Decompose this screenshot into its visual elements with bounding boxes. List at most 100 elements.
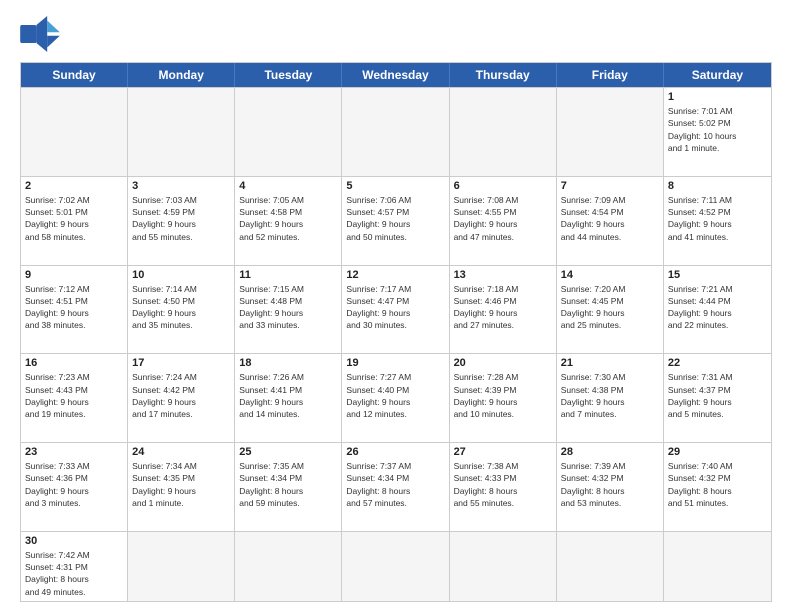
day-info: Sunrise: 7:37 AM Sunset: 4:34 PM Dayligh… xyxy=(346,460,444,509)
day-number: 6 xyxy=(454,180,552,192)
cal-cell-25: 25 Sunrise: 7:35 AM Sunset: 4:34 PM Dayli… xyxy=(235,443,342,531)
day-info: Sunrise: 7:42 AM Sunset: 4:31 PM Dayligh… xyxy=(25,549,123,598)
page: SundayMondayTuesdayWednesdayThursdayFrid… xyxy=(0,0,792,612)
cal-cell-15: 15 Sunrise: 7:21 AM Sunset: 4:44 PM Dayli… xyxy=(664,266,771,354)
header-day-thursday: Thursday xyxy=(450,63,557,87)
cal-cell-empty-5-5 xyxy=(557,532,664,601)
cal-cell-empty-5-4 xyxy=(450,532,557,601)
day-number: 18 xyxy=(239,357,337,369)
week-row-3: 16Sunrise: 7:23 AM Sunset: 4:43 PM Dayli… xyxy=(21,353,771,442)
logo xyxy=(20,16,66,52)
header-day-monday: Monday xyxy=(128,63,235,87)
cal-cell-21: 21 Sunrise: 7:30 AM Sunset: 4:38 PM Dayli… xyxy=(557,354,664,442)
day-number: 7 xyxy=(561,180,659,192)
cal-cell-26: 26 Sunrise: 7:37 AM Sunset: 4:34 PM Dayli… xyxy=(342,443,449,531)
cal-cell-empty-0-5 xyxy=(557,88,664,176)
header-day-friday: Friday xyxy=(557,63,664,87)
day-number: 20 xyxy=(454,357,552,369)
day-number: 4 xyxy=(239,180,337,192)
day-info: Sunrise: 7:02 AM Sunset: 5:01 PM Dayligh… xyxy=(25,194,123,243)
day-number: 24 xyxy=(132,446,230,458)
day-info: Sunrise: 7:17 AM Sunset: 4:47 PM Dayligh… xyxy=(346,283,444,332)
logo-icon xyxy=(20,16,60,52)
cal-cell-14: 14 Sunrise: 7:20 AM Sunset: 4:45 PM Dayli… xyxy=(557,266,664,354)
cal-cell-22: 22 Sunrise: 7:31 AM Sunset: 4:37 PM Dayli… xyxy=(664,354,771,442)
header-day-sunday: Sunday xyxy=(21,63,128,87)
day-info: Sunrise: 7:06 AM Sunset: 4:57 PM Dayligh… xyxy=(346,194,444,243)
cal-cell-7: 7 Sunrise: 7:09 AM Sunset: 4:54 PM Daylig… xyxy=(557,177,664,265)
day-info: Sunrise: 7:34 AM Sunset: 4:35 PM Dayligh… xyxy=(132,460,230,509)
day-number: 10 xyxy=(132,269,230,281)
cal-cell-9: 9 Sunrise: 7:12 AM Sunset: 4:51 PM Daylig… xyxy=(21,266,128,354)
day-info: Sunrise: 7:27 AM Sunset: 4:40 PM Dayligh… xyxy=(346,371,444,420)
cal-cell-empty-0-1 xyxy=(128,88,235,176)
cal-cell-6: 6Sunrise: 7:08 AM Sunset: 4:55 PM Daylig… xyxy=(450,177,557,265)
cal-cell-19: 19Sunrise: 7:27 AM Sunset: 4:40 PM Dayli… xyxy=(342,354,449,442)
cal-cell-empty-5-6 xyxy=(664,532,771,601)
day-number: 17 xyxy=(132,357,230,369)
cal-cell-29: 29Sunrise: 7:40 AM Sunset: 4:32 PM Dayli… xyxy=(664,443,771,531)
day-info: Sunrise: 7:09 AM Sunset: 4:54 PM Dayligh… xyxy=(561,194,659,243)
day-number: 27 xyxy=(454,446,552,458)
week-row-1: 2 Sunrise: 7:02 AM Sunset: 5:01 PM Daylig… xyxy=(21,176,771,265)
cal-cell-27: 27 Sunrise: 7:38 AM Sunset: 4:33 PM Dayli… xyxy=(450,443,557,531)
day-info: Sunrise: 7:20 AM Sunset: 4:45 PM Dayligh… xyxy=(561,283,659,332)
day-info: Sunrise: 7:31 AM Sunset: 4:37 PM Dayligh… xyxy=(668,371,767,420)
day-info: Sunrise: 7:38 AM Sunset: 4:33 PM Dayligh… xyxy=(454,460,552,509)
day-number: 25 xyxy=(239,446,337,458)
cal-cell-23: 23Sunrise: 7:33 AM Sunset: 4:36 PM Dayli… xyxy=(21,443,128,531)
header-day-saturday: Saturday xyxy=(664,63,771,87)
day-info: Sunrise: 7:21 AM Sunset: 4:44 PM Dayligh… xyxy=(668,283,767,332)
day-info: Sunrise: 7:28 AM Sunset: 4:39 PM Dayligh… xyxy=(454,371,552,420)
day-info: Sunrise: 7:24 AM Sunset: 4:42 PM Dayligh… xyxy=(132,371,230,420)
day-info: Sunrise: 7:05 AM Sunset: 4:58 PM Dayligh… xyxy=(239,194,337,243)
header-day-tuesday: Tuesday xyxy=(235,63,342,87)
cal-cell-10: 10 Sunrise: 7:14 AM Sunset: 4:50 PM Dayli… xyxy=(128,266,235,354)
cal-cell-28: 28 Sunrise: 7:39 AM Sunset: 4:32 PM Dayli… xyxy=(557,443,664,531)
cal-cell-empty-5-1 xyxy=(128,532,235,601)
cal-cell-30: 30 Sunrise: 7:42 AM Sunset: 4:31 PM Dayli… xyxy=(21,532,128,601)
cal-cell-5: 5 Sunrise: 7:06 AM Sunset: 4:57 PM Daylig… xyxy=(342,177,449,265)
day-number: 9 xyxy=(25,269,123,281)
day-number: 22 xyxy=(668,357,767,369)
day-info: Sunrise: 7:30 AM Sunset: 4:38 PM Dayligh… xyxy=(561,371,659,420)
day-info: Sunrise: 7:35 AM Sunset: 4:34 PM Dayligh… xyxy=(239,460,337,509)
day-info: Sunrise: 7:40 AM Sunset: 4:32 PM Dayligh… xyxy=(668,460,767,509)
cal-cell-empty-0-2 xyxy=(235,88,342,176)
header xyxy=(20,16,772,52)
calendar-header-row: SundayMondayTuesdayWednesdayThursdayFrid… xyxy=(21,63,771,87)
day-number: 2 xyxy=(25,180,123,192)
day-number: 8 xyxy=(668,180,767,192)
day-info: Sunrise: 7:14 AM Sunset: 4:50 PM Dayligh… xyxy=(132,283,230,332)
day-info: Sunrise: 7:15 AM Sunset: 4:48 PM Dayligh… xyxy=(239,283,337,332)
day-number: 16 xyxy=(25,357,123,369)
cal-cell-8: 8Sunrise: 7:11 AM Sunset: 4:52 PM Daylig… xyxy=(664,177,771,265)
cal-cell-1: 1Sunrise: 7:01 AM Sunset: 5:02 PM Daylig… xyxy=(664,88,771,176)
day-info: Sunrise: 7:18 AM Sunset: 4:46 PM Dayligh… xyxy=(454,283,552,332)
day-info: Sunrise: 7:12 AM Sunset: 4:51 PM Dayligh… xyxy=(25,283,123,332)
cal-cell-18: 18Sunrise: 7:26 AM Sunset: 4:41 PM Dayli… xyxy=(235,354,342,442)
day-number: 12 xyxy=(346,269,444,281)
cal-cell-empty-0-0 xyxy=(21,88,128,176)
week-row-4: 23Sunrise: 7:33 AM Sunset: 4:36 PM Dayli… xyxy=(21,442,771,531)
day-number: 26 xyxy=(346,446,444,458)
day-number: 5 xyxy=(346,180,444,192)
day-number: 1 xyxy=(668,91,767,103)
day-info: Sunrise: 7:03 AM Sunset: 4:59 PM Dayligh… xyxy=(132,194,230,243)
cal-cell-16: 16Sunrise: 7:23 AM Sunset: 4:43 PM Dayli… xyxy=(21,354,128,442)
day-number: 14 xyxy=(561,269,659,281)
day-info: Sunrise: 7:39 AM Sunset: 4:32 PM Dayligh… xyxy=(561,460,659,509)
day-number: 13 xyxy=(454,269,552,281)
day-number: 3 xyxy=(132,180,230,192)
day-number: 21 xyxy=(561,357,659,369)
day-number: 28 xyxy=(561,446,659,458)
cal-cell-4: 4 Sunrise: 7:05 AM Sunset: 4:58 PM Daylig… xyxy=(235,177,342,265)
day-number: 11 xyxy=(239,269,337,281)
cal-cell-3: 3 Sunrise: 7:03 AM Sunset: 4:59 PM Daylig… xyxy=(128,177,235,265)
cal-cell-2: 2 Sunrise: 7:02 AM Sunset: 5:01 PM Daylig… xyxy=(21,177,128,265)
day-number: 15 xyxy=(668,269,767,281)
cal-cell-24: 24 Sunrise: 7:34 AM Sunset: 4:35 PM Dayli… xyxy=(128,443,235,531)
day-number: 30 xyxy=(25,535,123,547)
cal-cell-20: 20 Sunrise: 7:28 AM Sunset: 4:39 PM Dayli… xyxy=(450,354,557,442)
week-row-0: 1Sunrise: 7:01 AM Sunset: 5:02 PM Daylig… xyxy=(21,87,771,176)
